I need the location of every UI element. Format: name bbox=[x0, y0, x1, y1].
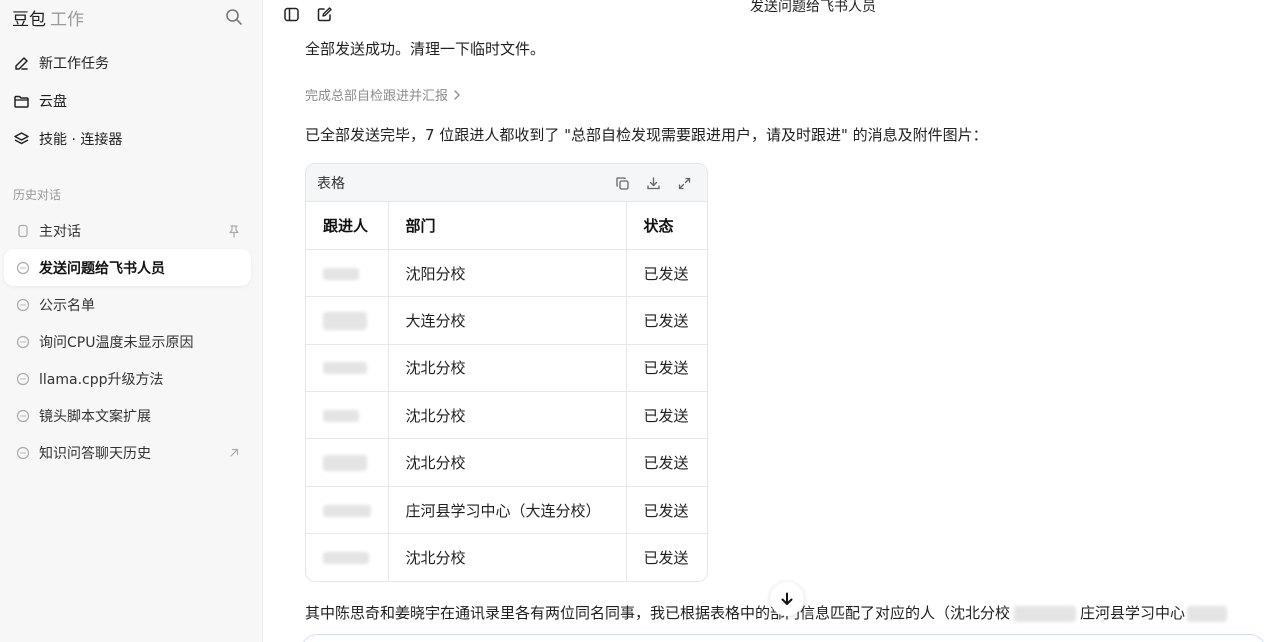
folder-icon bbox=[12, 92, 30, 110]
layers-icon bbox=[12, 130, 30, 148]
dept-cell: 沈北分校 bbox=[387, 344, 626, 393]
history-item-main-chat[interactable]: 主对话 bbox=[4, 212, 251, 249]
column-header: 跟进人 bbox=[306, 202, 388, 250]
download-icon[interactable] bbox=[644, 174, 662, 192]
message-input-box[interactable] bbox=[301, 634, 1266, 642]
redacted-name bbox=[306, 249, 388, 298]
history-item-label: 询问CPU温度未显示原因 bbox=[39, 334, 194, 351]
document-icon bbox=[16, 224, 30, 238]
status-cell: 已发送 bbox=[625, 391, 707, 440]
result-table: 跟进人 部门 状态 沈阳分校 已发送 大连分校 已发送 沈北分校 已发送 沈北分… bbox=[306, 202, 707, 581]
status-cell: 已发送 bbox=[625, 249, 707, 298]
dept-cell: 沈北分校 bbox=[387, 533, 626, 581]
chat-bubble-icon bbox=[16, 298, 30, 312]
redacted-name bbox=[306, 534, 388, 581]
message-text-b: 庄河县学习中心 bbox=[1080, 604, 1186, 622]
history-item-send-feishu[interactable]: 发送问题给飞书人员 bbox=[4, 249, 251, 286]
arrow-down-icon bbox=[781, 592, 793, 605]
chat-main: 全部发送成功。清理一下临时文件。 完成总部自检跟进并汇报 已全部发送完毕，7 位… bbox=[263, 28, 1280, 642]
redacted-name bbox=[306, 296, 388, 345]
message-text: 已全部发送完毕，7 位跟进人都收到了 "总部自检发现需要跟进用户，请及时跟进" … bbox=[305, 126, 988, 144]
search-icon[interactable] bbox=[224, 7, 244, 27]
nav-cloud-drive[interactable]: 云盘 bbox=[0, 82, 263, 120]
history-item-llama-upgrade[interactable]: llama.cpp升级方法 bbox=[4, 360, 251, 397]
history-item-label: llama.cpp升级方法 bbox=[39, 371, 164, 388]
pin-icon[interactable] bbox=[227, 223, 241, 238]
table-header-bar: 表格 bbox=[306, 164, 707, 202]
message-text-a: 其中陈思奇和姜晓宇在通讯录里各有两位同名同事，我已根据表格中的部门信息匹配了对应… bbox=[305, 604, 1011, 622]
dept-cell: 沈北分校 bbox=[387, 438, 626, 487]
redacted-name bbox=[306, 344, 388, 393]
history-item-cpu-temp[interactable]: 询问CPU温度未显示原因 bbox=[4, 323, 251, 360]
nav-new-task[interactable]: 新工作任务 bbox=[0, 44, 263, 82]
history-item-knowledge-qa[interactable]: 知识问答聊天历史 bbox=[4, 434, 251, 471]
history-item-label: 主对话 bbox=[39, 223, 81, 240]
status-cell: 已发送 bbox=[625, 486, 707, 535]
table-tools bbox=[613, 174, 693, 192]
table-row: 沈北分校 已发送 bbox=[306, 438, 707, 487]
history-item-label: 发送问题给飞书人员 bbox=[39, 260, 165, 277]
history-item-label: 公示名单 bbox=[39, 297, 95, 314]
table-row: 庄河县学习中心（大连分校） 已发送 bbox=[306, 486, 707, 535]
history-section-label: 历史对话 bbox=[13, 188, 62, 202]
chat-bubble-icon bbox=[16, 261, 30, 275]
column-header: 状态 bbox=[625, 202, 707, 250]
redacted-text bbox=[1014, 605, 1077, 622]
copy-icon[interactable] bbox=[613, 174, 631, 192]
history-item-label: 知识问答聊天历史 bbox=[39, 445, 151, 462]
redacted-name bbox=[306, 438, 388, 487]
nav-item-label: 技能 · 连接器 bbox=[39, 132, 123, 148]
table-row: 沈阳分校 已发送 bbox=[306, 249, 707, 298]
dept-cell: 大连分校 bbox=[387, 296, 626, 345]
history-item-public-list[interactable]: 公示名单 bbox=[4, 286, 251, 323]
status-cell: 已发送 bbox=[625, 438, 707, 487]
result-table-card: 表格 跟进人 部门 状态 沈阳分校 已发送 大连分校 已发送 沈北分校 已发送 … bbox=[305, 163, 708, 582]
table-row: 沈北分校 已发送 bbox=[306, 391, 707, 440]
chat-title: 发送问题给飞书人员 bbox=[750, 0, 876, 15]
history-item-shot-script[interactable]: 镜头脚本文案扩展 bbox=[4, 397, 251, 434]
top-bar: 发送问题给飞书人员 bbox=[263, 0, 1280, 28]
step-summary-link[interactable]: 完成总部自检跟进并汇报 bbox=[305, 85, 462, 104]
nav-item-label: 新工作任务 bbox=[39, 56, 109, 72]
message-text-partial: 其中陈思奇和姜晓宇在通讯录里各有两位同名同事，我已根据表格中的部门信息匹配了对应… bbox=[305, 602, 1228, 623]
chat-bubble-icon bbox=[16, 409, 30, 423]
edit-icon bbox=[12, 54, 30, 72]
sidebar-nav: 新工作任务 云盘 技能 · 连接器 bbox=[0, 44, 263, 158]
chat-bubble-icon bbox=[16, 335, 30, 349]
step-summary-label: 完成总部自检跟进并汇报 bbox=[305, 89, 449, 104]
table-header-row: 跟进人 部门 状态 bbox=[306, 202, 707, 250]
expand-icon[interactable] bbox=[675, 174, 693, 192]
table-row: 沈北分校 已发送 bbox=[306, 344, 707, 393]
sidebar: 豆包 工作 新工作任务 云盘 技能 · 连接器 历史对话 主对话 发送问题给飞书… bbox=[0, 0, 263, 642]
table-row: 大连分校 已发送 bbox=[306, 296, 707, 345]
chat-bubble-icon bbox=[16, 372, 30, 386]
scroll-to-bottom-button[interactable] bbox=[770, 582, 804, 616]
message-text: 全部发送成功。清理一下临时文件。 bbox=[305, 40, 546, 58]
redacted-text bbox=[1187, 605, 1228, 622]
chat-bubble-icon bbox=[16, 446, 30, 460]
chevron-right-icon bbox=[454, 89, 460, 100]
external-link-icon[interactable] bbox=[227, 445, 241, 459]
history-item-label: 镜头脚本文案扩展 bbox=[39, 408, 151, 425]
history-list: 主对话 发送问题给飞书人员 公示名单 询问CPU温度未显示原因 llama.cp… bbox=[4, 212, 251, 471]
brand: 豆包 工作 bbox=[12, 5, 84, 30]
column-header: 部门 bbox=[387, 202, 626, 250]
dept-cell: 庄河县学习中心（大连分校） bbox=[387, 486, 626, 535]
brand-name: 豆包 bbox=[12, 9, 46, 30]
dept-cell: 沈阳分校 bbox=[387, 249, 626, 298]
redacted-name bbox=[306, 486, 388, 535]
dept-cell: 沈北分校 bbox=[387, 391, 626, 440]
table-row: 沈北分校 已发送 bbox=[306, 533, 707, 581]
redacted-name bbox=[306, 391, 388, 440]
nav-item-label: 云盘 bbox=[39, 94, 67, 110]
nav-skills-connectors[interactable]: 技能 · 连接器 bbox=[0, 120, 263, 158]
status-cell: 已发送 bbox=[625, 296, 707, 345]
table-title: 表格 bbox=[317, 175, 345, 192]
status-cell: 已发送 bbox=[625, 533, 707, 581]
brand-subtitle: 工作 bbox=[50, 9, 84, 30]
status-cell: 已发送 bbox=[625, 344, 707, 393]
